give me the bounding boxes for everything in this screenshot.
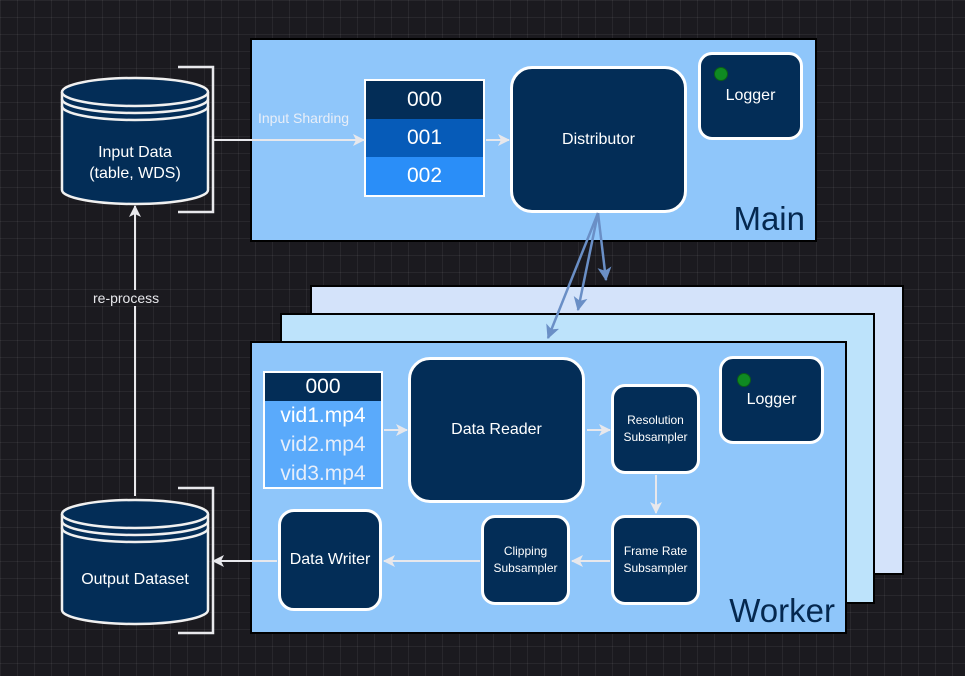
input-sharding-label: Input Sharding [256,110,352,126]
input-data-database-icon[interactable] [60,76,210,206]
distribute-arrow-worker-1 [546,212,600,340]
distribute-arrow-worker-3 [596,212,612,282]
output-dataset-database-icon[interactable] [60,498,210,626]
input-data-label: Input Data (table, WDS) [62,142,208,184]
distribute-arrow-worker-2 [573,212,600,312]
reprocess-label: re-process [91,290,162,306]
input-data-label-line1: Input Data [98,144,172,161]
input-data-label-line2: (table, WDS) [89,165,181,182]
output-dataset-label: Output Dataset [81,571,189,588]
